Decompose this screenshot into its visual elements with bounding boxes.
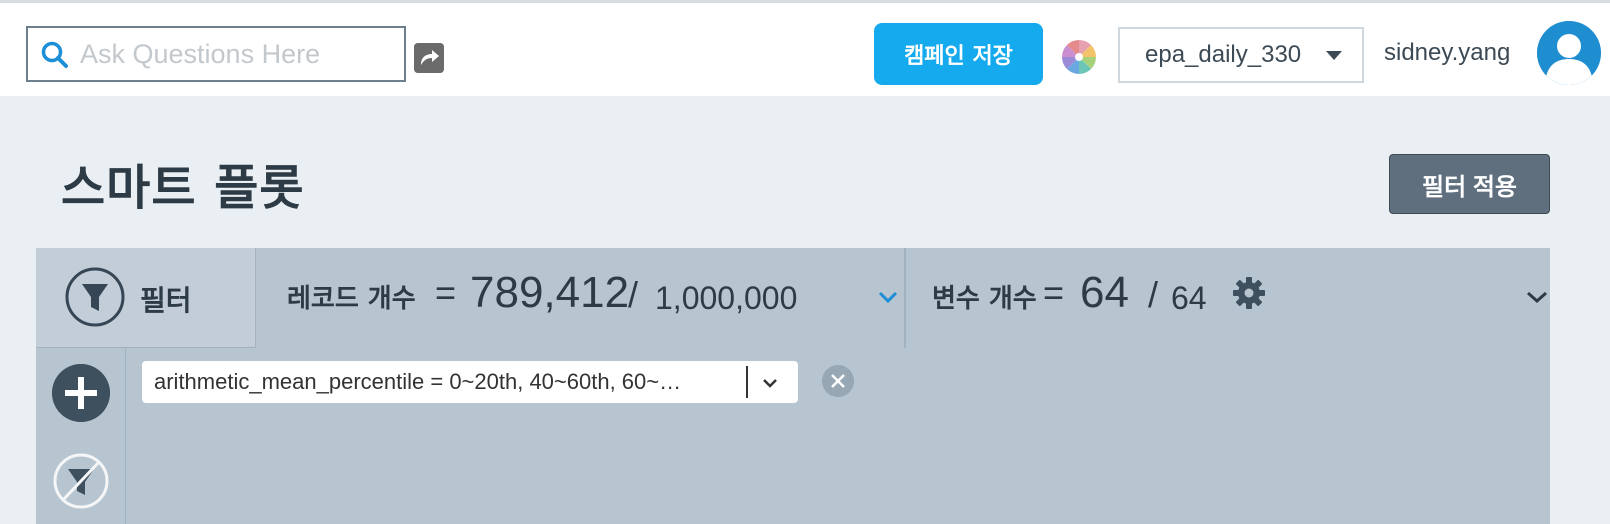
divider bbox=[746, 366, 748, 398]
variable-slash: / bbox=[1148, 274, 1159, 315]
caret-down-icon bbox=[1326, 51, 1342, 60]
username[interactable]: sidney.yang bbox=[1384, 39, 1510, 67]
page-title: 스마트 플롯 bbox=[61, 160, 305, 216]
active-filter-chip[interactable]: arithmetic_mean_percentile = 0~20th, 40~… bbox=[142, 361, 798, 403]
record-count-section[interactable]: 레코드 개수 = 789,412 / 1,000,000 bbox=[257, 248, 902, 348]
record-slash: / bbox=[628, 274, 639, 315]
variable-count-label: 변수 개수 bbox=[932, 284, 1037, 314]
record-count-value: 789,412 bbox=[470, 268, 630, 317]
record-count-label: 레코드 개수 bbox=[287, 284, 416, 314]
variable-count-value: 64 bbox=[1080, 268, 1129, 317]
search-input[interactable] bbox=[80, 36, 395, 72]
color-palette-icon[interactable] bbox=[1061, 39, 1097, 75]
tab-filter[interactable]: 필터 bbox=[36, 248, 256, 348]
filter-icon bbox=[65, 267, 125, 327]
dataset-selected-value: epa_daily_330 bbox=[1145, 41, 1302, 68]
add-filter-icon[interactable] bbox=[52, 364, 110, 422]
chevron-down-icon[interactable] bbox=[878, 290, 898, 304]
search-box[interactable] bbox=[26, 26, 406, 82]
close-icon[interactable] bbox=[822, 365, 854, 397]
chevron-down-icon[interactable] bbox=[762, 377, 778, 389]
save-campaign-button[interactable]: 캠페인 저장 bbox=[874, 23, 1043, 85]
tab-filter-label: 필터 bbox=[140, 284, 192, 317]
variable-total-value: 64 bbox=[1171, 280, 1207, 316]
share-icon[interactable] bbox=[414, 43, 444, 73]
record-equals-sign: = bbox=[435, 272, 457, 313]
search-icon bbox=[41, 41, 68, 68]
clear-filter-icon[interactable] bbox=[52, 452, 110, 510]
dataset-select[interactable]: epa_daily_330 bbox=[1118, 27, 1364, 83]
record-total-value: 1,000,000 bbox=[655, 280, 798, 316]
apply-filter-button[interactable]: 필터 적용 bbox=[1389, 154, 1550, 214]
filter-panel: 필터 레코드 개수 = 789,412 / 1,000,000 변수 개수 = … bbox=[36, 248, 1550, 524]
variable-equals-sign: = bbox=[1043, 272, 1065, 313]
filter-actions-strip bbox=[36, 348, 126, 524]
gear-icon[interactable] bbox=[1232, 276, 1266, 310]
avatar-icon[interactable] bbox=[1537, 21, 1601, 85]
variable-count-section[interactable]: 변수 개수 = 64 / 64 bbox=[904, 248, 1550, 348]
top-header: 캠페인 저장 epa_daily_330 sidney.yang bbox=[0, 0, 1610, 96]
chevron-down-icon[interactable] bbox=[1526, 290, 1548, 304]
filter-chip-text: arithmetic_mean_percentile = 0~20th, 40~… bbox=[154, 369, 682, 394]
